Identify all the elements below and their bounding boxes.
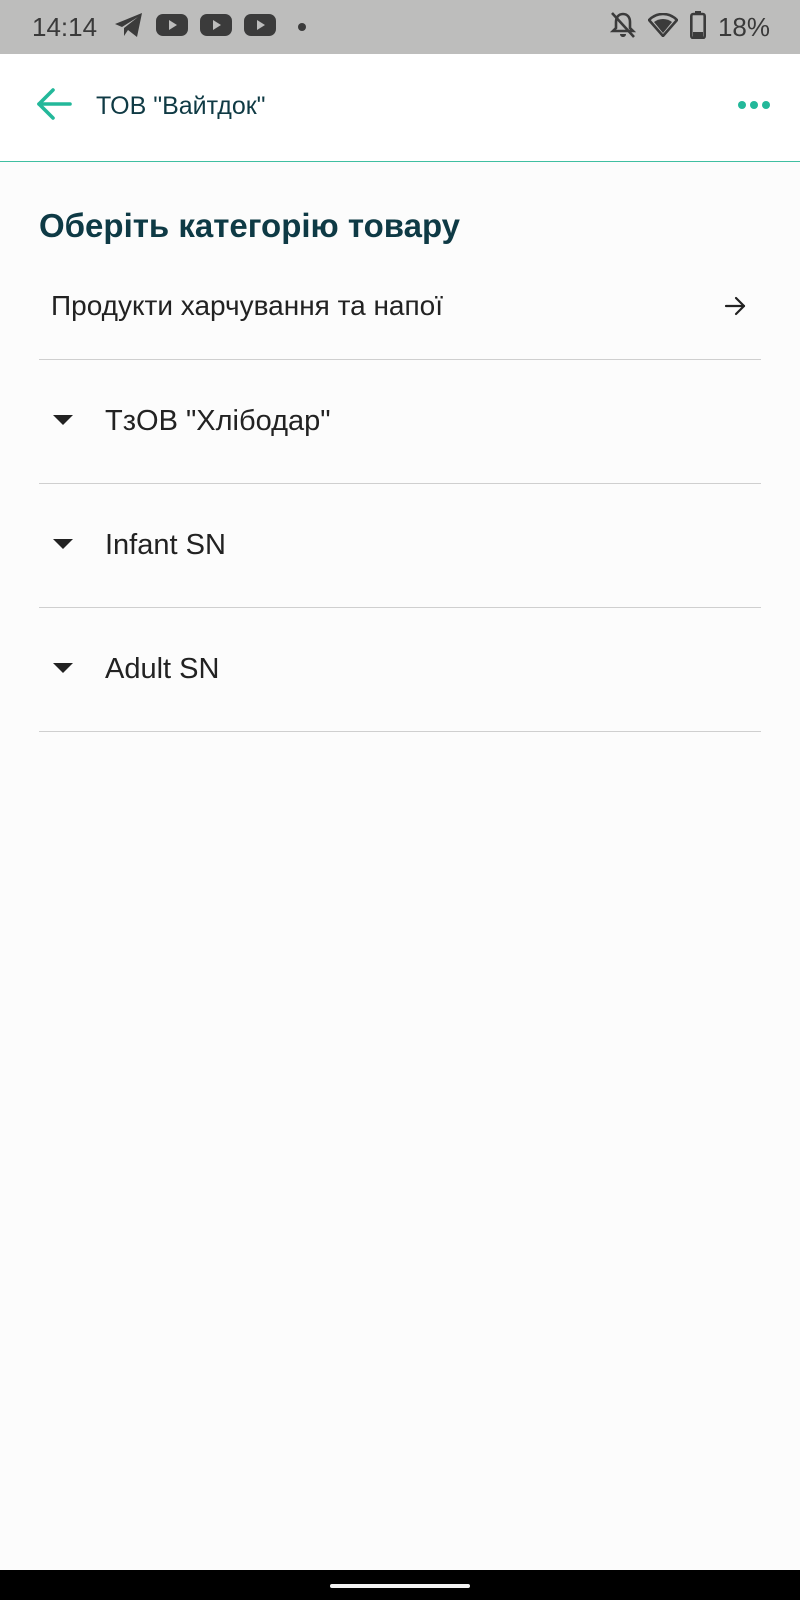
wifi-icon	[647, 12, 679, 42]
more-options-button[interactable]	[730, 84, 778, 128]
status-notification-icons	[114, 12, 306, 42]
system-navigation-bar	[0, 1570, 800, 1600]
arrow-left-icon	[36, 87, 72, 125]
caret-down-icon	[53, 539, 73, 549]
arrow-right-icon	[723, 294, 747, 318]
group-row-adult-sn[interactable]: Adult SN	[39, 608, 761, 732]
status-bar: 14:14 18%	[0, 0, 800, 54]
page-title: Оберіть категорію товару	[39, 207, 461, 244]
group-label: ТзОВ "Хлібодар"	[105, 405, 331, 437]
youtube-icon	[200, 13, 232, 42]
group-row-infant-sn[interactable]: Infant SN	[39, 484, 761, 608]
back-button[interactable]	[30, 82, 78, 130]
screen: 14:14 18% ТОВ "Вайтдок" Оберіть категорі…	[0, 0, 800, 1600]
caret-down-icon	[53, 415, 73, 425]
battery-percent: 18%	[717, 12, 770, 42]
more-horizontal-icon	[737, 97, 771, 115]
group-label: Adult SN	[105, 653, 220, 685]
battery-icon	[689, 10, 706, 44]
app-title: ТОВ "Вайтдок"	[96, 92, 266, 120]
youtube-icon	[244, 13, 276, 42]
bell-off-icon	[609, 11, 637, 44]
category-row-food-drinks[interactable]: Продукти харчування та напої	[39, 266, 761, 360]
status-system-icons: 18%	[609, 10, 770, 44]
status-time: 14:14	[32, 12, 98, 42]
home-gesture-handle[interactable]	[330, 1584, 470, 1588]
app-bar: ТОВ "Вайтдок"	[0, 54, 800, 162]
group-row-khlibodar[interactable]: ТзОВ "Хлібодар"	[39, 360, 761, 484]
group-label: Infant SN	[105, 529, 226, 561]
telegram-icon	[114, 12, 144, 43]
dot-icon	[298, 23, 306, 31]
category-label: Продукти харчування та напої	[51, 290, 444, 321]
youtube-icon	[156, 13, 188, 42]
caret-down-icon	[53, 663, 73, 673]
